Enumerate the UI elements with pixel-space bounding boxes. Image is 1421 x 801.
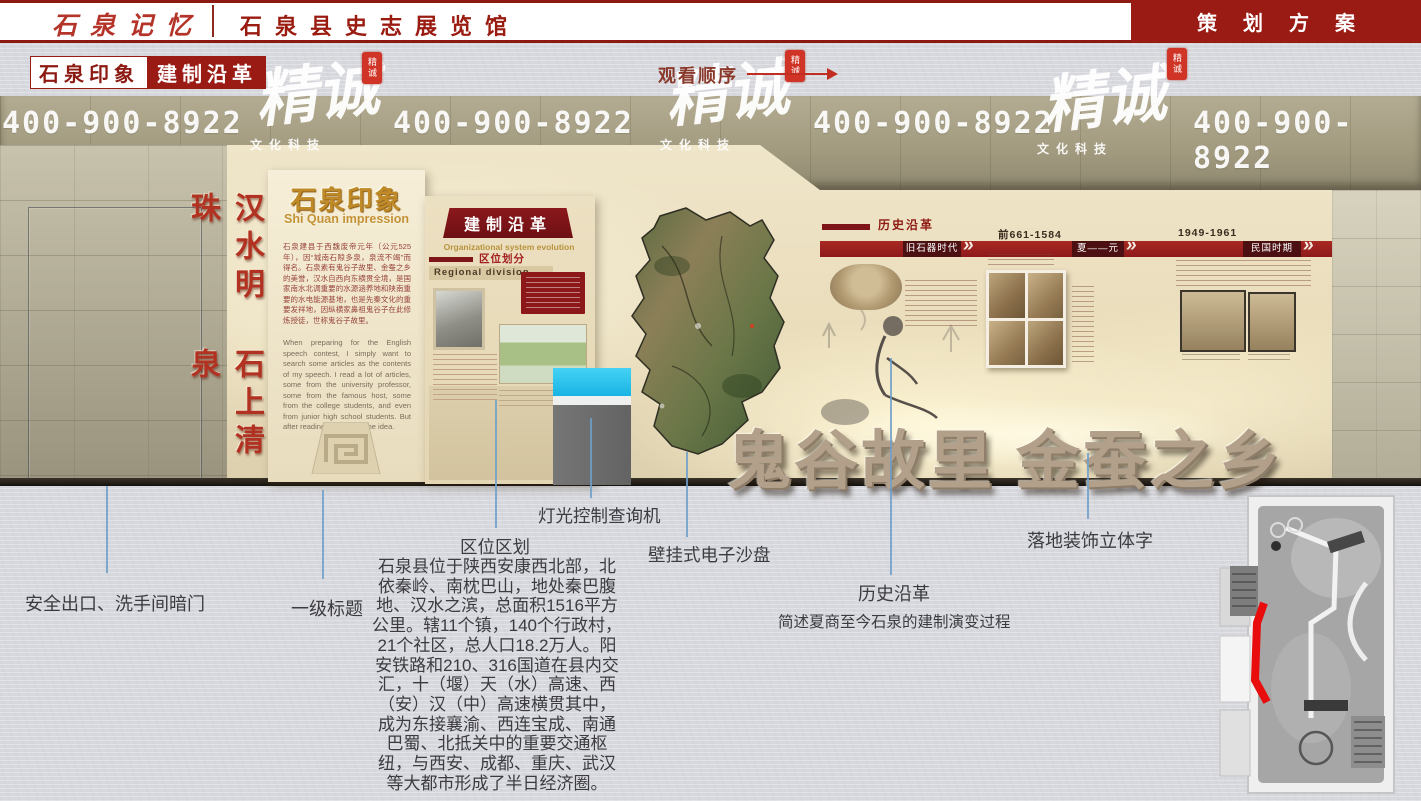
tab-organizational-evolution[interactable]: 建制沿革	[148, 56, 266, 89]
timeline-era-xia-yuan: 夏——元	[1072, 241, 1124, 257]
chevron-icon: »	[963, 235, 974, 257]
watermark-phone: 400-900-8922	[393, 106, 634, 141]
republic-text-lines	[1176, 260, 1311, 286]
grid-photo	[1028, 273, 1064, 318]
historic-map-photo	[433, 288, 485, 350]
photo-caption-lines	[1248, 354, 1290, 360]
section-rule	[429, 257, 473, 262]
photo-caption-lines	[1182, 354, 1240, 360]
annotation-level1-title: 一级标题	[291, 595, 363, 621]
watermark-brand-sub: 文化科技	[660, 136, 736, 153]
leader-line-history	[890, 358, 892, 575]
timeline-era-republic: 民国时期	[1243, 241, 1301, 257]
era-text-lines	[905, 280, 977, 330]
impression-panel: 石泉印象 Shi Quan impression 石泉建县于西魏废帝元年（公元5…	[268, 170, 425, 482]
view-order-label: 观看顺序	[658, 62, 738, 88]
republic-photo-2	[1248, 292, 1296, 352]
annotation-region-text: 石泉县位于陕西安康西北部，北依秦岭、南枕巴山，地处秦巴腹地、汉水之滨，总面积15…	[372, 557, 622, 793]
republic-photo-1	[1180, 290, 1246, 352]
evolution-plaque: 建制沿革	[443, 208, 573, 238]
grid-photo	[989, 321, 1025, 366]
annotation-sandtable: 壁挂式电子沙盘	[648, 542, 771, 567]
page-title: 石泉县史志展览馆	[240, 9, 520, 41]
seal-stamp-icon: 精诚	[362, 52, 382, 84]
view-order-arrow-line	[747, 73, 827, 75]
annotation-kiosk: 灯光控制查询机	[538, 503, 661, 528]
timeline-era-paleolithic: 旧石器时代	[903, 241, 961, 257]
seal-stamp-icon: 精诚	[785, 50, 805, 82]
plan-badge: 策划方案	[1131, 0, 1421, 43]
intro-red-box	[521, 272, 585, 314]
slogan-hanshui: 汉水明珠	[232, 192, 268, 342]
brand-logo: 石泉记忆	[52, 6, 204, 42]
watermark-brand-sub: 文化科技	[250, 136, 326, 153]
annotation-region-title: 区位区划	[370, 534, 620, 559]
watermark-phone: 400-900-8922	[1193, 106, 1421, 176]
annotation-history-title: 历史沿革	[858, 580, 930, 606]
intro-text-lines	[526, 277, 580, 309]
page: 石泉记忆 石泉县史志展览馆 策划方案 石泉印象 建制沿革 观看顺序 汉水明珠 石…	[0, 0, 1421, 801]
floorplan-thumbnail	[1216, 488, 1421, 801]
annotation-history-desc: 简述夏商至今石泉的建制演变过程	[778, 610, 1011, 632]
view-order-arrowhead-icon	[827, 68, 838, 80]
side-caption-lines	[1072, 286, 1094, 366]
watermark-phone: 400-900-8922	[2, 106, 243, 141]
annotation-letters: 落地装饰立体字	[1027, 527, 1153, 553]
leader-line-title	[322, 490, 324, 579]
leader-line-kiosk	[590, 418, 592, 498]
leader-line-letters	[1087, 453, 1089, 519]
leader-line-region	[495, 400, 497, 528]
watermark-brand: 精诚	[1039, 66, 1168, 134]
chevron-icon: »	[1303, 235, 1314, 257]
grid-photo	[1028, 321, 1064, 366]
chevron-icon: »	[1126, 235, 1137, 257]
hidden-door-outline	[28, 207, 202, 481]
grid-caption-lines	[988, 254, 1054, 266]
photo-grid	[986, 270, 1066, 368]
annotation-exit-door: 安全出口、洗手间暗门	[25, 590, 205, 616]
history-section-label: 历史沿革	[878, 216, 934, 233]
leader-line-sandtable	[686, 452, 688, 537]
header-divider	[212, 5, 214, 37]
seal-stamp-icon: 精诚	[1167, 48, 1187, 80]
watermark-phone: 400-900-8922	[813, 106, 1054, 141]
leader-line-exit	[106, 486, 108, 573]
impression-subtitle: Shi Quan impression	[268, 212, 425, 226]
timeline-date-1: 前661-1584	[998, 227, 1062, 242]
tab-shiquan-impression[interactable]: 石泉印象	[30, 56, 148, 89]
history-section-rule	[822, 224, 870, 230]
relief-logo	[298, 422, 394, 474]
watermark-brand-sub: 文化科技	[1037, 140, 1113, 157]
impression-en-text: When preparing for the English speech co…	[283, 338, 411, 433]
impression-cn-text: 石泉建县于西魏废帝元年（公元525年），因“城南石隙多泉，泉流不竭”而得名。石泉…	[283, 242, 411, 326]
section-label: 区位划分	[479, 251, 525, 266]
floor-letters: 鬼谷故里 金蚕之乡	[727, 410, 1284, 502]
timeline-date-2: 1949-1961	[1178, 227, 1237, 239]
slogan-shishang: 石上清泉	[232, 348, 268, 498]
grid-photo	[989, 273, 1025, 318]
